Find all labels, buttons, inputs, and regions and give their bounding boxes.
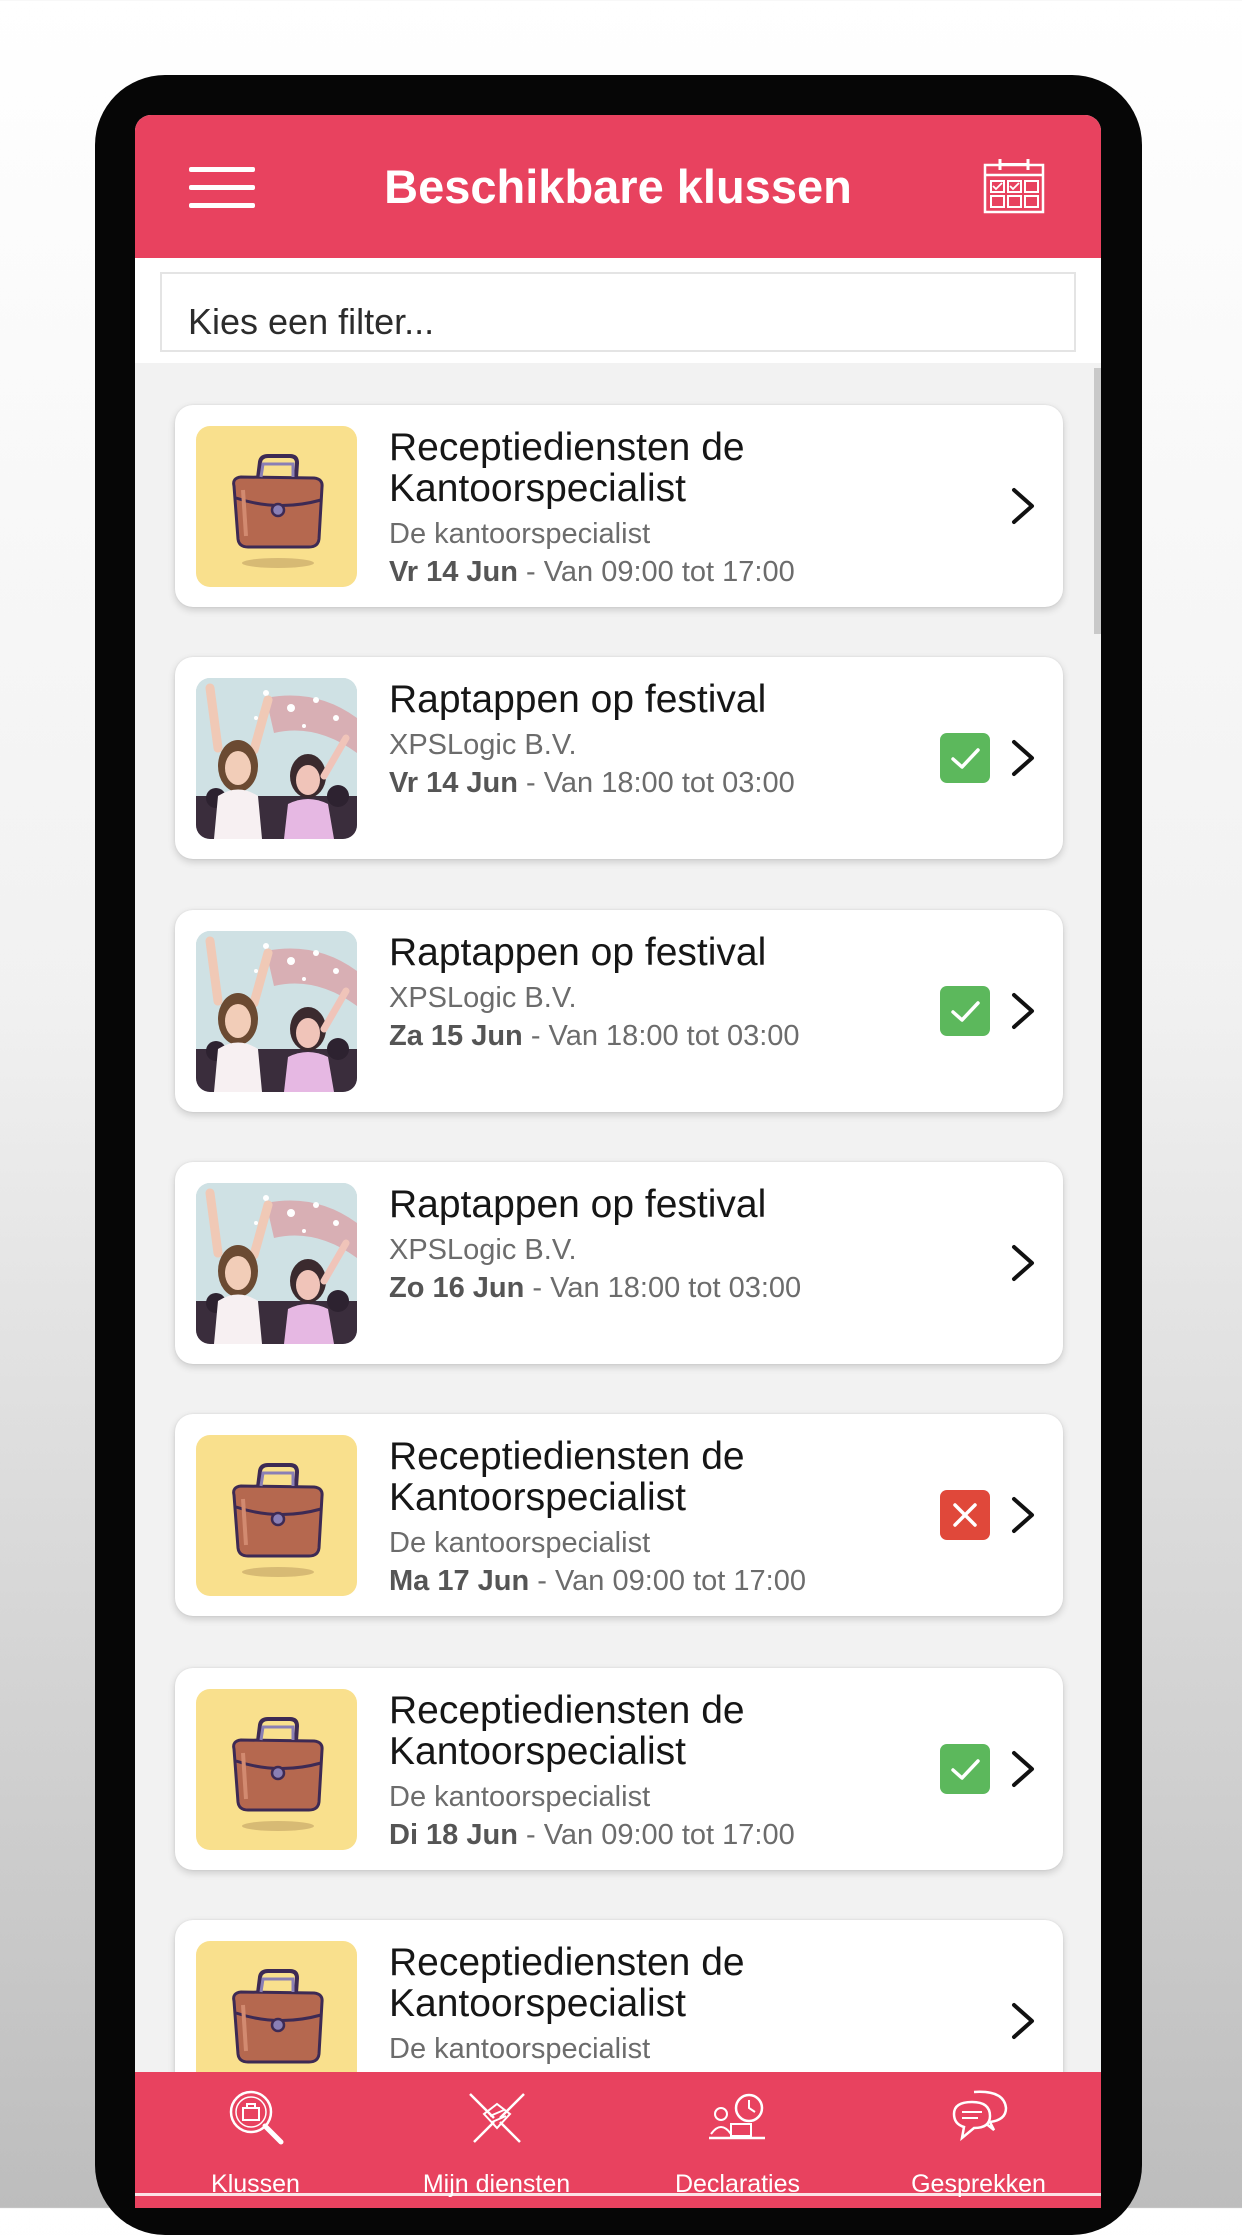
job-details: Receptiediensten de Kantoorspecialist De k… [389, 1938, 919, 2068]
job-time: - Van 09:00 tot 17:00 [517, 556, 795, 588]
chevron-right-icon[interactable] [1008, 991, 1038, 1031]
festival-photo-thumbnail [196, 931, 357, 1092]
check-icon [940, 986, 990, 1036]
job-details: Raptappen op festival XPSLogic B.V. Vr 14 … [389, 675, 919, 802]
briefcase-thumbnail [196, 1435, 357, 1596]
filter-bar: Kies een filter... [135, 258, 1101, 363]
expenses-icon [709, 2093, 765, 2140]
job-title: Receptiediensten de [389, 426, 745, 469]
job-card[interactable]: Receptiediensten de Kantoorspecialist De k… [175, 1414, 1063, 1616]
job-title: Receptiediensten de [389, 1689, 745, 1732]
job-day: Zo 16 Jun [389, 1272, 525, 1304]
chevron-right-icon[interactable] [1008, 486, 1038, 526]
job-title: Raptappen op festival [389, 678, 767, 721]
job-day: Di 18 Jun [389, 1819, 518, 1851]
job-day: Vr 14 Jun [389, 767, 518, 799]
scrollbar[interactable] [1094, 368, 1101, 634]
job-schedule: Za 15 Jun - Van 18:00 tot 03:00 [389, 1017, 919, 1055]
job-company: XPSLogic B.V. [389, 1234, 577, 1266]
job-card[interactable]: Receptiediensten de Kantoorspecialist De k… [175, 1668, 1063, 1870]
festival-photo-thumbnail [196, 1183, 357, 1344]
chevron-right-icon[interactable] [1008, 738, 1038, 778]
job-schedule: Zo 16 Jun - Van 18:00 tot 03:00 [389, 1269, 919, 1307]
job-card[interactable]: Raptappen op festival XPSLogic B.V. Zo 16 … [175, 1162, 1063, 1364]
job-details: Receptiediensten de Kantoorspecialist De k… [389, 1686, 919, 1854]
nav-item-mijn-diensten[interactable]: Mijn diensten [376, 2072, 617, 2208]
job-company: De kantoorspecialist [389, 1527, 651, 1559]
check-icon [940, 733, 990, 783]
check-icon [940, 1744, 990, 1794]
job-card[interactable]: Raptappen op festival XPSLogic B.V. Vr 14 … [175, 657, 1063, 859]
job-time: - Van 09:00 tot 17:00 [517, 1819, 795, 1851]
chevron-right-icon[interactable] [1008, 1749, 1038, 1789]
job-schedule: Vr 14 Jun - Van 18:00 tot 03:00 [389, 764, 919, 802]
page-title: Beschikbare klussen [384, 160, 852, 213]
chat-bubbles-icon [952, 2090, 1008, 2142]
job-details: Receptiediensten de Kantoorspecialist De k… [389, 1432, 919, 1600]
job-day: Ma 17 Jun [389, 1565, 530, 1597]
briefcase-thumbnail [196, 426, 357, 587]
job-schedule: Ma 17 Jun - Van 09:00 tot 17:00 [389, 1562, 919, 1600]
job-title: Receptiediensten de [389, 1941, 745, 1984]
job-card[interactable]: Receptiediensten de Kantoorspecialist De k… [175, 405, 1063, 607]
cross-icon [940, 1490, 990, 1540]
job-title-line2: Kantoorspecialist [389, 467, 686, 510]
job-details: Receptiediensten de Kantoorspecialist De k… [389, 423, 919, 591]
nav-divider [135, 2193, 1101, 2196]
job-time: - Van 18:00 tot 03:00 [524, 1272, 802, 1304]
job-company: XPSLogic B.V. [389, 729, 577, 761]
festival-photo-thumbnail [196, 678, 357, 839]
job-title: Raptappen op festival [389, 931, 767, 974]
job-title-line2: Kantoorspecialist [389, 1476, 686, 1519]
app-screen: Beschikbare klussen Kies een filter... R… [135, 115, 1101, 2208]
chevron-right-icon[interactable] [1008, 1495, 1038, 1535]
app-header: Beschikbare klussen [135, 115, 1101, 258]
job-time: - Van 18:00 tot 03:00 [522, 1020, 800, 1052]
calendar-icon[interactable] [982, 157, 1046, 215]
search-jobs-icon [229, 2090, 284, 2145]
nav-item-declaraties[interactable]: Declaraties [617, 2072, 858, 2208]
job-company: De kantoorspecialist [389, 1781, 651, 1813]
chevron-right-icon[interactable] [1008, 2001, 1038, 2041]
handshake-icon [469, 2093, 525, 2143]
briefcase-thumbnail [196, 1689, 357, 1850]
job-title-line2: Kantoorspecialist [389, 1982, 686, 2025]
job-details: Raptappen op festival XPSLogic B.V. Za 15 … [389, 928, 919, 1055]
job-schedule: Di 18 Jun - Van 09:00 tot 17:00 [389, 1816, 919, 1854]
job-company: De kantoorspecialist [389, 518, 651, 550]
hamburger-menu-icon[interactable] [189, 167, 255, 208]
job-time: - Van 18:00 tot 03:00 [517, 767, 795, 799]
job-company: XPSLogic B.V. [389, 982, 577, 1014]
job-day: Za 15 Jun [389, 1020, 523, 1052]
bottom-navigation: Klussen Mijn diensten Declaraties Gespre… [135, 2072, 1101, 2208]
job-details: Raptappen op festival XPSLogic B.V. Zo 16 … [389, 1180, 919, 1307]
job-time: - Van 09:00 tot 17:00 [529, 1565, 806, 1597]
job-day: Vr 14 Jun [389, 556, 518, 588]
nav-item-klussen[interactable]: Klussen [135, 2072, 376, 2208]
job-company: De kantoorspecialist [389, 2033, 651, 2065]
filter-select[interactable]: Kies een filter... [160, 272, 1076, 352]
nav-item-gesprekken[interactable]: Gesprekken [858, 2072, 1099, 2208]
job-list[interactable]: Receptiediensten de Kantoorspecialist De k… [135, 363, 1101, 2163]
job-title: Receptiediensten de [389, 1435, 745, 1478]
job-card[interactable]: Raptappen op festival XPSLogic B.V. Za 15 … [175, 910, 1063, 1112]
job-schedule: Vr 14 Jun - Van 09:00 tot 17:00 [389, 553, 919, 591]
chevron-right-icon[interactable] [1008, 1243, 1038, 1283]
job-title: Raptappen op festival [389, 1183, 767, 1226]
job-title-line2: Kantoorspecialist [389, 1730, 686, 1773]
